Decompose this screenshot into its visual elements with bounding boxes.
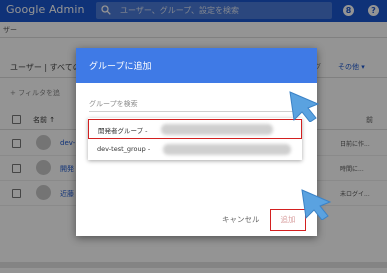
group-option-label: dev-test_group - <box>97 145 151 153</box>
add-to-group-dialog: グループに追加 グループを検索 開発者グループ - dev-test_group… <box>76 48 317 236</box>
group-option-selected[interactable]: 開発者グループ - <box>88 119 302 139</box>
group-option[interactable]: dev-test_group - <box>88 140 302 160</box>
dialog-title: グループに追加 <box>89 62 152 72</box>
pointer-arrow-icon <box>289 91 320 122</box>
cancel-button[interactable]: キャンセル <box>222 214 260 225</box>
redacted-email <box>163 144 291 155</box>
search-underline <box>89 111 302 112</box>
redacted-email <box>161 124 273 135</box>
dialog-header: グループに追加 <box>76 48 317 83</box>
pointer-arrow-icon <box>301 189 332 220</box>
group-option-label: 開発者グループ - <box>98 127 148 135</box>
group-suggestions: 開発者グループ - dev-test_group - <box>88 118 302 160</box>
group-search-input[interactable]: グループを検索 <box>89 99 138 109</box>
